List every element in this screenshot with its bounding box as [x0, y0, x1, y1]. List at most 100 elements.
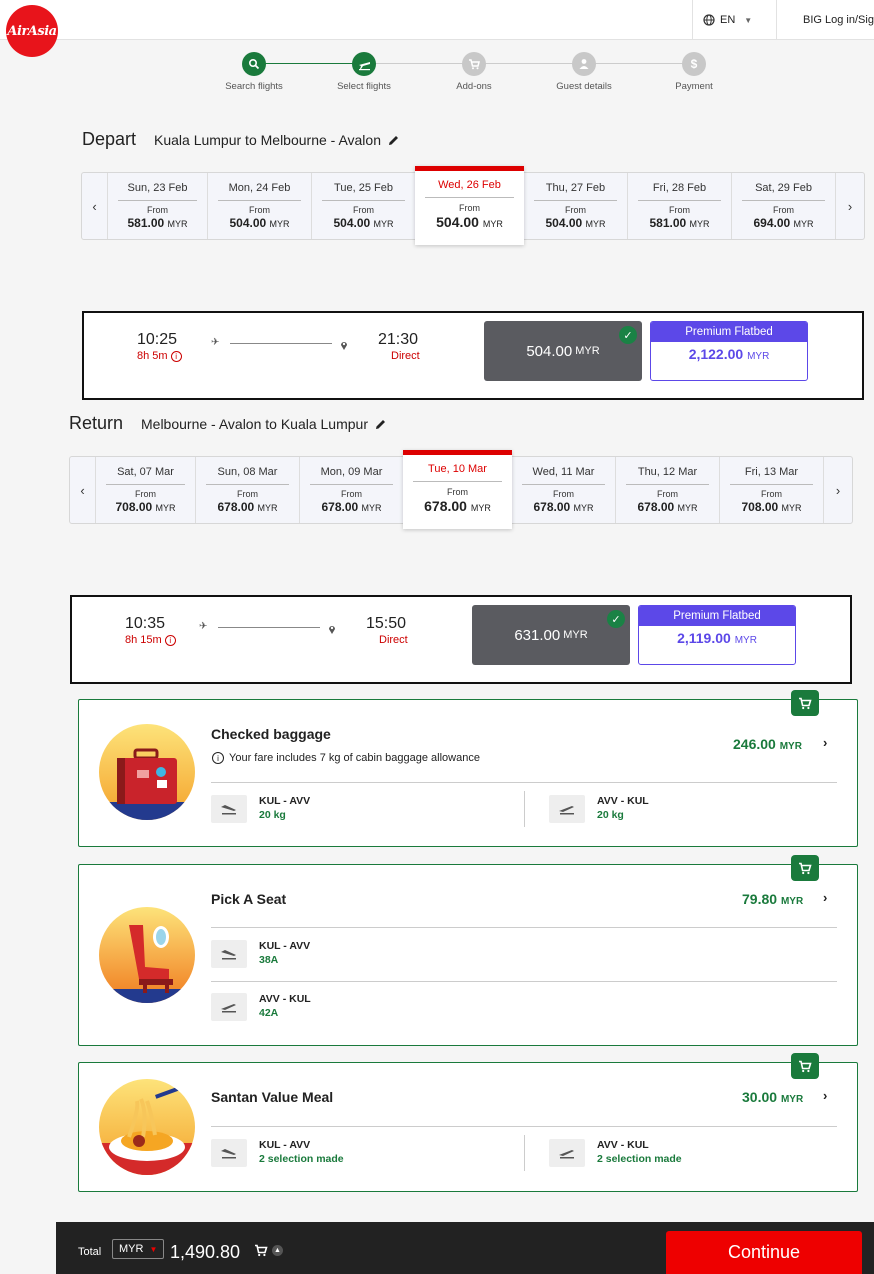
premium-flatbed-fare[interactable]: Premium Flatbed 2,119.00 MYR — [638, 605, 796, 665]
chevron-right-icon[interactable]: › — [823, 1088, 827, 1103]
departure-plane-icon — [211, 1139, 247, 1167]
edit-pencil-icon[interactable] — [387, 134, 400, 147]
depart-route-label: Kuala Lumpur to Melbourne - Avalon — [154, 132, 381, 148]
depart-date-selected[interactable]: Wed, 26 Feb From 504.00 MYR — [415, 166, 524, 245]
meal-leg-outbound: KUL - AVV 2 selection made — [259, 1139, 344, 1165]
step-add-ons[interactable]: Add-ons — [424, 50, 524, 92]
baggage-price: 246.00 MYR — [733, 736, 802, 752]
return-prev-arrow[interactable]: ‹ — [70, 457, 96, 523]
from-label: From — [459, 203, 480, 213]
date-label: Sun, 23 Feb — [118, 182, 197, 201]
baggage-illustration — [99, 724, 195, 820]
seat-leg-return: AVV - KUL 42A — [259, 993, 311, 1019]
depart-date-2[interactable]: Tue, 25 Feb From 504.00 MYR — [312, 173, 416, 239]
return-date-1[interactable]: Sun, 08 Mar From 678.00 MYR — [196, 457, 300, 523]
info-icon[interactable]: i — [164, 634, 176, 646]
pick-seat-card[interactable]: Pick A Seat 79.80 MYR › KUL - AVV 38A AV… — [78, 855, 858, 1046]
return-route: Melbourne - Avalon to Kuala Lumpur — [141, 416, 387, 432]
return-next-arrow[interactable]: › — [823, 457, 852, 523]
step-label: Guest details — [556, 81, 612, 92]
depart-date-0[interactable]: Sun, 23 Feb From 581.00 MYR — [108, 173, 208, 239]
dollar-icon: $ — [682, 52, 706, 76]
depart-date-5[interactable]: Fri, 28 Feb From 581.00 MYR — [628, 173, 732, 239]
continue-button[interactable]: Continue — [666, 1231, 862, 1274]
currency-label: MYR — [119, 1243, 144, 1255]
globe-icon — [703, 14, 715, 26]
currency-selector[interactable]: MYR ▼ — [112, 1239, 165, 1259]
progress-stepper: Search flights Select flights Add-ons Gu… — [200, 50, 720, 95]
departure-plane-icon — [211, 940, 247, 968]
step-payment[interactable]: $ Payment — [644, 50, 744, 92]
flight-duration: 8h 5m i — [137, 350, 182, 362]
depart-date-4[interactable]: Thu, 27 Feb From 504.00 MYR — [524, 173, 628, 239]
step-search-flights[interactable]: Search flights — [204, 50, 304, 92]
leg-route: KUL - AVV — [259, 1139, 311, 1151]
chevron-right-icon[interactable]: › — [823, 890, 827, 905]
cart-icon — [255, 1244, 268, 1257]
date-label: Wed, 26 Feb — [425, 179, 514, 198]
from-label: From — [353, 205, 374, 215]
date-label: Tue, 10 Mar — [413, 463, 502, 482]
depart-date-1[interactable]: Mon, 24 Feb From 504.00 MYR — [208, 173, 312, 239]
leg-value: 20 kg — [259, 809, 286, 821]
login-label: BIG Log in/Sign up — [803, 14, 874, 26]
meal-title: Santan Value Meal — [211, 1089, 334, 1105]
from-label: From — [237, 489, 258, 499]
date-price: 708.00 MYR — [115, 500, 176, 514]
leg-value: 42A — [259, 1007, 279, 1019]
info-icon: i — [212, 752, 224, 764]
return-date-0[interactable]: Sat, 07 Mar From 708.00 MYR — [96, 457, 196, 523]
date-label: Thu, 27 Feb — [534, 182, 617, 201]
divider — [524, 1135, 525, 1171]
edit-pencil-icon[interactable] — [374, 418, 387, 431]
meal-illustration — [99, 1079, 195, 1175]
date-label: Sun, 08 Mar — [206, 466, 289, 485]
info-icon[interactable]: i — [170, 350, 182, 362]
meal-card[interactable]: Santan Value Meal 30.00 MYR › KUL - AVV … — [78, 1053, 858, 1192]
depart-prev-arrow[interactable]: ‹ — [82, 173, 108, 239]
return-date-2[interactable]: Mon, 09 Mar From 678.00 MYR — [300, 457, 404, 523]
language-selector[interactable]: EN ▼ — [692, 0, 776, 40]
arrival-time: 21:30 — [378, 331, 419, 348]
from-label: From — [147, 205, 168, 215]
from-label: From — [135, 489, 156, 499]
fare-currency: MYR — [575, 345, 600, 357]
date-price: 678.00 MYR — [321, 500, 382, 514]
destination-pin-icon — [340, 337, 348, 355]
leg-value: 2 selection made — [259, 1153, 344, 1165]
value-fare-selected[interactable]: 504.00 MYR — [484, 321, 642, 381]
return-date-selected[interactable]: Tue, 10 Mar From 678.00 MYR — [403, 450, 512, 529]
return-date-4[interactable]: Wed, 11 Mar From 678.00 MYR — [512, 457, 616, 523]
date-label: Mon, 24 Feb — [218, 182, 301, 201]
value-fare-selected[interactable]: 631.00 MYR — [472, 605, 630, 665]
step-select-flights[interactable]: Select flights — [314, 50, 414, 92]
depart-next-arrow[interactable]: › — [835, 173, 864, 239]
arrival-plane-icon — [549, 1139, 585, 1167]
check-icon: ✓ — [607, 610, 625, 628]
date-price: 708.00 MYR — [741, 500, 802, 514]
premium-flatbed-fare[interactable]: Premium Flatbed 2,122.00 MYR — [650, 321, 808, 381]
depart-date-6[interactable]: Sat, 29 Feb From 694.00 MYR — [732, 173, 836, 239]
search-icon — [242, 52, 266, 76]
premium-label: Premium Flatbed — [639, 606, 795, 626]
cart-summary-toggle[interactable]: ▲ — [254, 1244, 283, 1257]
return-date-6[interactable]: Fri, 13 Mar From 708.00 MYR — [720, 457, 824, 523]
departure-time: 10:35 — [125, 615, 166, 632]
from-label: From — [565, 205, 586, 215]
chevron-right-icon[interactable]: › — [823, 735, 827, 750]
date-label: Sat, 29 Feb — [742, 182, 825, 201]
seat-illustration — [99, 907, 195, 1003]
cart-icon — [791, 1053, 819, 1079]
total-label: Total — [78, 1246, 102, 1258]
step-guest-details[interactable]: Guest details — [534, 50, 634, 92]
seat-price: 79.80 MYR — [742, 891, 804, 907]
date-price: 678.00 MYR — [533, 500, 594, 514]
date-label: Tue, 25 Feb — [322, 182, 405, 201]
flight-line — [218, 627, 320, 628]
seat-leg-outbound: KUL - AVV 38A — [259, 940, 310, 966]
date-price: 504.00 MYR — [333, 216, 394, 230]
airasia-logo[interactable]: AirAsia — [6, 5, 58, 57]
checked-baggage-card[interactable]: Checked baggage i Your fare includes 7 k… — [78, 690, 858, 847]
return-date-5[interactable]: Thu, 12 Mar From 678.00 MYR — [616, 457, 720, 523]
login-button[interactable]: BIG Log in/Sign up — [776, 0, 874, 40]
